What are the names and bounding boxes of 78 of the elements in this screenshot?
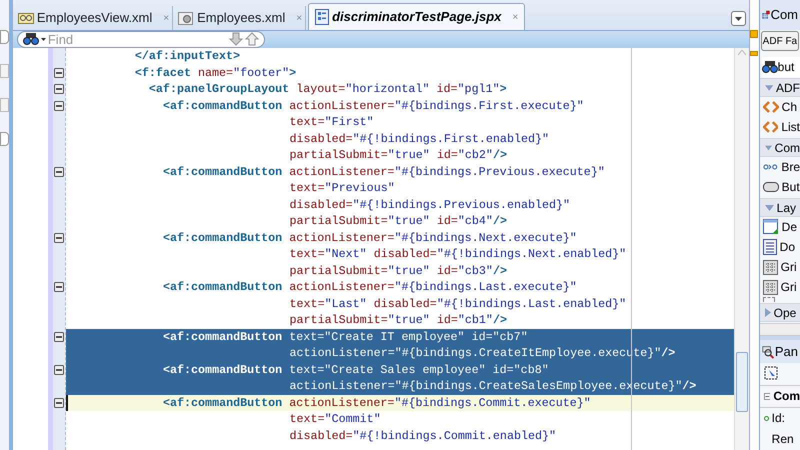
fold-toggle-icon[interactable] xyxy=(54,68,64,78)
fold-toggle-icon[interactable] xyxy=(54,332,64,342)
brackets-icon xyxy=(762,100,779,114)
code-line: <af:commandButton actionListener="#{bindings.Commit.execute}" xyxy=(162,394,591,411)
code-line: <f:facet name="footer"> xyxy=(134,64,296,81)
palette-item[interactable]: But xyxy=(760,177,800,197)
binoculars-icon xyxy=(22,33,39,45)
grid-icon xyxy=(762,260,778,274)
code-line: partialSubmit="true" id="cb2"/> xyxy=(290,147,507,164)
library-dropdown[interactable]: ADF Fa xyxy=(760,31,800,51)
code-line: <af:commandButton text="Create Sales employee" id="cb8" xyxy=(162,362,549,378)
grid-icon xyxy=(762,8,770,22)
code-line: <af:commandButton actionListener="#{bindings.Next.execute}" xyxy=(162,230,577,246)
binoculars-icon xyxy=(762,61,778,73)
collapse-icon[interactable] xyxy=(764,392,770,401)
palette-title: Com xyxy=(770,6,798,24)
breadcrumb-icon xyxy=(762,162,778,172)
palette-item[interactable]: Do xyxy=(760,237,800,257)
select-icon[interactable] xyxy=(764,366,780,382)
code-line: text="Next" disabled="#{!bindings.Next.enabled}" xyxy=(290,246,626,262)
code-line: text="Commit" xyxy=(290,411,381,428)
fold-toggle-icon[interactable] xyxy=(54,100,64,110)
palette-item[interactable]: Bre xyxy=(760,157,800,177)
code-line: <af:commandButton actionListener="#{bindings.First.execute}" xyxy=(162,98,584,114)
tab-list-button[interactable] xyxy=(730,11,746,26)
vertical-scrollbar[interactable] xyxy=(734,48,749,450)
button-icon xyxy=(762,181,779,193)
palette-item[interactable]: List xyxy=(760,117,800,137)
document-icon xyxy=(762,239,777,255)
palette-section-header[interactable]: Ope xyxy=(760,303,800,322)
code-line: <af:commandButton actionListener="#{bindings.Previous.execute}" xyxy=(162,164,605,180)
palette-section-header[interactable]: Lay xyxy=(760,198,800,217)
code-line: text="First" xyxy=(290,114,374,130)
property-label: Ren xyxy=(772,431,794,448)
code-line: partialSubmit="true" id="cb3"/> xyxy=(290,262,507,279)
palette-item[interactable]: Gri xyxy=(760,257,800,277)
scrollbar-thumb[interactable] xyxy=(736,352,748,412)
fold-toggle-icon[interactable] xyxy=(54,166,64,176)
gear-document-icon xyxy=(178,11,194,25)
code-line: partialSubmit="true" id="cb4"/> xyxy=(290,213,507,230)
property-label: Id: xyxy=(772,410,786,428)
dropdown-arrow-icon xyxy=(734,16,742,20)
down-arrow-icon[interactable] xyxy=(228,32,243,46)
code-line: disabled="#{!bindings.Commit.enabled}" xyxy=(290,428,556,444)
palette-item[interactable]: De xyxy=(760,217,800,237)
horizontal-scrollbar[interactable] xyxy=(760,323,800,336)
palette-section-header[interactable]: Com xyxy=(760,138,800,157)
fold-toggle-icon[interactable] xyxy=(54,282,64,292)
code-line: disabled="#{!bindings.First.enabled}" xyxy=(290,130,550,147)
code-line: text="Previous" xyxy=(290,180,395,196)
palette-section-header[interactable]: ADF xyxy=(760,78,800,97)
palette-item[interactable]: Gri xyxy=(760,277,800,297)
dropdown-arrow-icon[interactable] xyxy=(40,38,46,40)
code-line: <af:commandButton text="Create IT employee" id="cb7" xyxy=(162,328,528,345)
section-title: Com xyxy=(773,388,800,406)
fold-toggle-icon[interactable] xyxy=(54,364,64,374)
code-line: text="Last" disabled="#{!bindings.Last.enabled}" xyxy=(290,296,626,312)
grid-icon xyxy=(762,280,778,294)
find-field[interactable]: Find xyxy=(16,31,265,48)
fold-toggle-icon[interactable] xyxy=(54,232,64,242)
glasses-icon xyxy=(18,11,34,25)
brackets-icon xyxy=(762,120,778,134)
window-icon xyxy=(762,219,779,235)
palette-item[interactable]: Ch xyxy=(760,97,800,117)
palette-search-field[interactable]: but xyxy=(762,57,800,77)
code-line: <af:panelGroupLayout layout="horizontal" id="pgl1"> xyxy=(148,81,507,98)
panel-title: Pan xyxy=(774,342,798,361)
page-icon xyxy=(315,9,330,25)
up-arrow-icon[interactable] xyxy=(244,32,259,46)
code-line: partialSubmit="true" id="cb1"/> xyxy=(290,312,507,328)
code-line: </af:inputText> xyxy=(134,48,240,64)
code-line: disabled="#{!bindings.Previous.enabled}" xyxy=(290,196,570,213)
magnifier-icon xyxy=(762,344,774,360)
code-line: <af:commandButton actionListener="#{bindings.Last.execute}" xyxy=(162,279,577,296)
caret xyxy=(66,394,68,411)
fold-toggle-icon[interactable] xyxy=(54,84,64,94)
fold-toggle-icon[interactable] xyxy=(54,398,64,408)
editor-tab[interactable]: discriminatorTestPage.jspx × xyxy=(308,3,526,30)
